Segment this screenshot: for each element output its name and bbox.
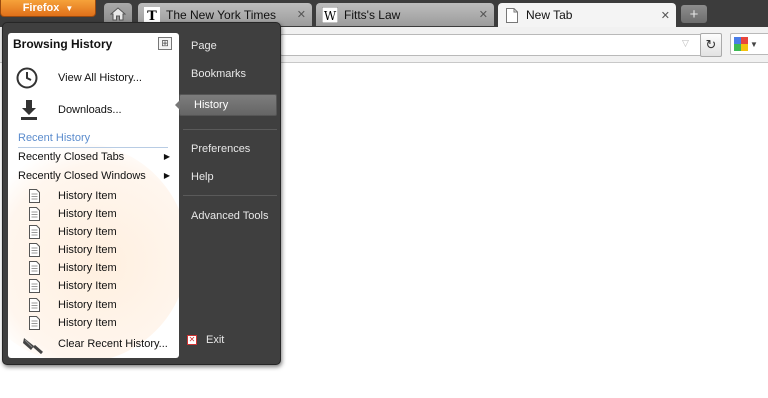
submenu-arrow-icon: ▶ [163,171,170,180]
recent-history-heading: Recent History [18,132,91,144]
history-item[interactable]: History Item [8,206,179,224]
clear-recent-history-item[interactable]: Clear Recent History... [8,333,179,355]
page-icon [29,316,40,333]
page-icon [29,298,40,315]
divider [18,147,168,148]
broom-icon [22,334,44,354]
history-item-label: History Item [58,317,117,329]
menu-item-preferences[interactable]: Preferences [191,143,250,155]
history-item[interactable]: History Item [8,315,179,333]
google-icon [734,37,748,51]
new-tab-button[interactable]: + [681,5,707,23]
history-item-label: History Item [58,280,117,292]
history-item[interactable]: History Item [8,260,179,278]
history-item[interactable]: History Item [8,297,179,315]
downloads-item[interactable]: Downloads... [8,98,179,122]
history-item[interactable]: History Item [8,188,179,206]
firefox-menu-label: Firefox [22,2,60,14]
reload-icon: ↻ [705,37,717,52]
url-bar[interactable] [280,34,702,56]
page-icon [29,243,40,260]
submenu-arrow-icon: ▶ [163,152,170,161]
recently-closed-tabs-label: Recently Closed Tabs [18,151,125,163]
page-icon [29,261,40,278]
menu-item-advanced-tools[interactable]: Advanced Tools [191,210,268,222]
menu-item-history-label: History [194,99,229,111]
view-all-history-label: View All History... [58,72,142,84]
svg-text:W: W [324,9,337,23]
reload-button[interactable]: ↻ [700,33,722,57]
history-item-label: History Item [58,262,117,274]
menu-item-page[interactable]: Page [191,40,217,52]
blank-page-icon [504,7,520,23]
history-item-label: History Item [58,244,117,256]
menu-item-bookmarks[interactable]: Bookmarks [191,68,246,80]
tab-new-tab[interactable]: New Tab ✕ [498,3,676,27]
menu-item-history[interactable]: History [175,94,277,116]
clear-recent-history-label: Clear Recent History... [58,338,168,350]
nyt-icon: T [144,6,160,23]
history-panel: Browsing History ⊞ View All History... D… [8,33,179,358]
pin-icon[interactable]: ⊞ [158,37,172,50]
url-dropdown-icon[interactable]: ▽ [682,38,689,49]
chevron-down-icon[interactable]: ▼ [750,40,758,49]
selection-pointer-icon [175,100,180,110]
tab-title: Fitts's Law [344,7,401,22]
menu-item-help[interactable]: Help [191,171,214,183]
history-item[interactable]: History Item [8,242,179,260]
firefox-app-menu: Browsing History ⊞ View All History... D… [2,22,281,365]
clock-icon [16,67,38,89]
downloads-label: Downloads... [58,104,122,116]
recently-closed-windows-item[interactable]: Recently Closed Windows ▶ [18,170,170,182]
home-icon [110,7,126,21]
svg-text:T: T [147,9,157,23]
search-engine-box[interactable]: ▼ [730,33,768,55]
view-all-history-item[interactable]: View All History... [8,67,179,89]
chevron-down-icon: ▼ [65,3,74,13]
history-item-label: History Item [58,226,117,238]
recently-closed-windows-label: Recently Closed Windows [18,170,146,182]
firefox-menu-button[interactable]: Firefox ▼ [0,0,96,17]
history-item[interactable]: History Item [8,278,179,296]
divider [183,129,277,130]
history-item[interactable]: History Item [8,224,179,242]
history-item-label: History Item [58,208,117,220]
wikipedia-icon: W [322,6,338,23]
exit-icon: ✕ [187,335,197,345]
download-arrow-icon [20,99,38,121]
close-icon[interactable]: ✕ [479,8,488,21]
tab-title: New Tab [526,8,573,22]
menu-item-exit[interactable]: Exit [206,334,224,346]
page-icon [29,225,40,242]
page-icon [29,279,40,296]
tab-title: The New York Times [166,7,277,22]
close-icon[interactable]: ✕ [297,8,306,21]
recently-closed-tabs-item[interactable]: Recently Closed Tabs ▶ [18,151,170,163]
panel-title: Browsing History [13,37,113,51]
tab-fitts-law[interactable]: W Fitts's Law ✕ [316,3,494,26]
divider [183,195,277,196]
history-item-label: History Item [58,190,117,202]
page-icon [29,189,40,206]
history-item-label: History Item [58,299,117,311]
menu-categories: Page Bookmarks History Preferences Help … [175,23,281,364]
close-icon[interactable]: ✕ [661,9,670,22]
page-icon [29,207,40,224]
